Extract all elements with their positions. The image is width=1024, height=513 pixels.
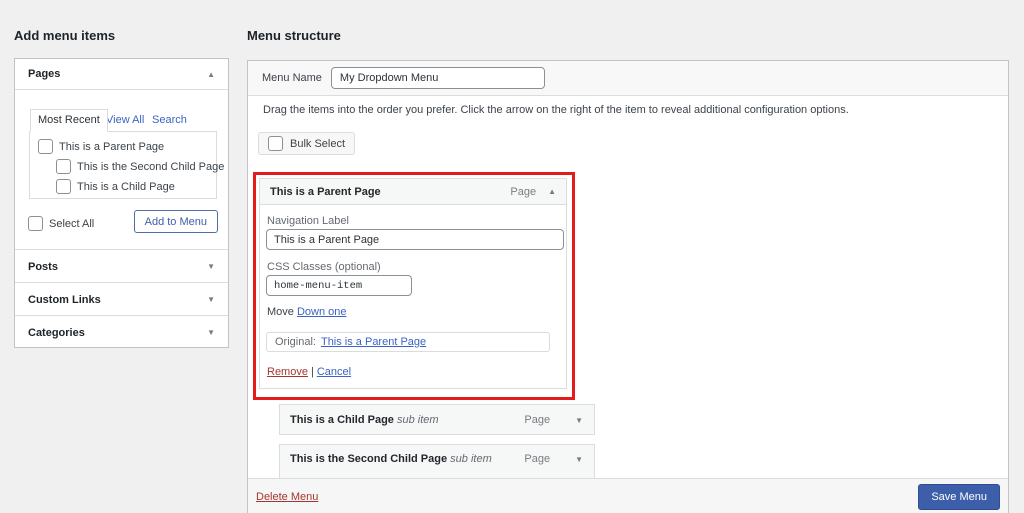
chevron-down-icon: ▼ bbox=[207, 262, 215, 271]
chevron-down-icon: ▼ bbox=[207, 295, 215, 304]
menu-item-settings-panel: Navigation Label CSS Classes (optional) … bbox=[259, 205, 567, 389]
bulk-select-control[interactable]: Bulk Select bbox=[258, 132, 355, 155]
accordion-posts-header[interactable]: Posts ▼ bbox=[15, 249, 228, 283]
move-down-one-link[interactable]: Down one bbox=[297, 306, 347, 318]
menu-item-parent-header[interactable]: This is a Parent Page Page ▲ bbox=[259, 178, 567, 205]
accordion-categories-header[interactable]: Categories ▼ bbox=[15, 315, 228, 349]
bulk-select-checkbox[interactable] bbox=[268, 136, 283, 151]
list-item: This is a Child Page bbox=[56, 179, 208, 194]
menu-item-type-label: Page bbox=[510, 186, 536, 198]
delete-menu-link[interactable]: Delete Menu bbox=[256, 491, 318, 503]
select-all-checkbox[interactable] bbox=[28, 216, 43, 231]
chevron-down-icon: ▼ bbox=[207, 328, 215, 337]
menu-name-row: Menu Name bbox=[248, 61, 1008, 96]
accordion-pages-header[interactable]: Pages ▲ bbox=[15, 59, 228, 90]
pages-panel-title: Pages bbox=[28, 68, 60, 80]
page-checkbox[interactable] bbox=[56, 159, 71, 174]
accordion-custom-links-header[interactable]: Custom Links ▼ bbox=[15, 282, 228, 316]
page-checkbox[interactable] bbox=[38, 139, 53, 154]
menu-item-title: This is the Second Child Page bbox=[290, 453, 447, 465]
menu-item-child-1-header[interactable]: This is a Child Page sub item Page ▼ bbox=[279, 404, 595, 435]
original-page-link[interactable]: This is a Parent Page bbox=[321, 336, 426, 348]
menu-item-title: This is a Parent Page bbox=[270, 186, 510, 198]
chevron-up-icon: ▲ bbox=[207, 70, 215, 79]
add-to-menu-button[interactable]: Add to Menu bbox=[134, 210, 218, 233]
select-all-control: Select All bbox=[28, 216, 94, 231]
page-option-label: This is the Second Child Page bbox=[77, 161, 224, 173]
css-classes-input[interactable] bbox=[266, 275, 412, 296]
sub-item-label: sub item bbox=[450, 453, 492, 465]
menu-footer: Delete Menu Save Menu bbox=[248, 478, 1008, 513]
tab-view-all[interactable]: View All bbox=[106, 114, 144, 126]
wp-menus-screen: Add menu items Pages ▲ Most Recent View … bbox=[0, 0, 1024, 513]
move-label: Move bbox=[267, 306, 294, 318]
tab-most-recent[interactable]: Most Recent bbox=[30, 109, 108, 132]
menu-item-title: This is a Child Page bbox=[290, 414, 394, 426]
navigation-label-input[interactable] bbox=[266, 229, 564, 250]
menu-structure-heading: Menu structure bbox=[247, 28, 341, 43]
bulk-select-label: Bulk Select bbox=[290, 138, 345, 150]
menu-item-type-label: Page bbox=[524, 453, 550, 465]
item-action-links: Remove|Cancel bbox=[267, 366, 351, 378]
tab-search[interactable]: Search bbox=[152, 114, 187, 126]
page-option-label: This is a Parent Page bbox=[59, 141, 164, 153]
save-menu-button[interactable]: Save Menu bbox=[918, 484, 1000, 510]
separator: | bbox=[311, 366, 314, 378]
cancel-link[interactable]: Cancel bbox=[317, 366, 351, 378]
menu-item-type-label: Page bbox=[524, 414, 550, 426]
original-label: Original: bbox=[275, 336, 316, 348]
original-page-box: Original: This is a Parent Page bbox=[266, 332, 550, 352]
categories-panel-title: Categories bbox=[28, 327, 85, 339]
add-menu-items-heading: Add menu items bbox=[14, 28, 115, 43]
remove-link[interactable]: Remove bbox=[267, 366, 308, 378]
page-option-label: This is a Child Page bbox=[77, 181, 175, 193]
add-menu-items-panel: Pages ▲ Most Recent View All Search This… bbox=[14, 58, 229, 348]
menu-structure-panel: Menu Name Drag the items into the order … bbox=[247, 60, 1009, 513]
pages-checklist: This is a Parent Page This is the Second… bbox=[29, 131, 217, 199]
posts-panel-title: Posts bbox=[28, 261, 58, 273]
move-controls: Move Down one bbox=[267, 306, 347, 318]
css-classes-label: CSS Classes (optional) bbox=[267, 261, 381, 273]
sub-item-label: sub item bbox=[397, 414, 439, 426]
chevron-down-icon[interactable]: ▼ bbox=[575, 416, 583, 425]
menu-name-label: Menu Name bbox=[262, 72, 322, 84]
custom-links-panel-title: Custom Links bbox=[28, 294, 101, 306]
chevron-up-icon[interactable]: ▲ bbox=[548, 187, 556, 196]
menu-name-input[interactable] bbox=[331, 67, 545, 89]
list-item: This is a Parent Page bbox=[38, 139, 208, 154]
drag-instructions: Drag the items into the order you prefer… bbox=[263, 104, 849, 116]
list-item: This is the Second Child Page bbox=[56, 159, 208, 174]
page-checkbox[interactable] bbox=[56, 179, 71, 194]
chevron-down-icon[interactable]: ▼ bbox=[575, 455, 583, 464]
navigation-label-label: Navigation Label bbox=[267, 215, 349, 227]
select-all-label: Select All bbox=[49, 218, 94, 230]
